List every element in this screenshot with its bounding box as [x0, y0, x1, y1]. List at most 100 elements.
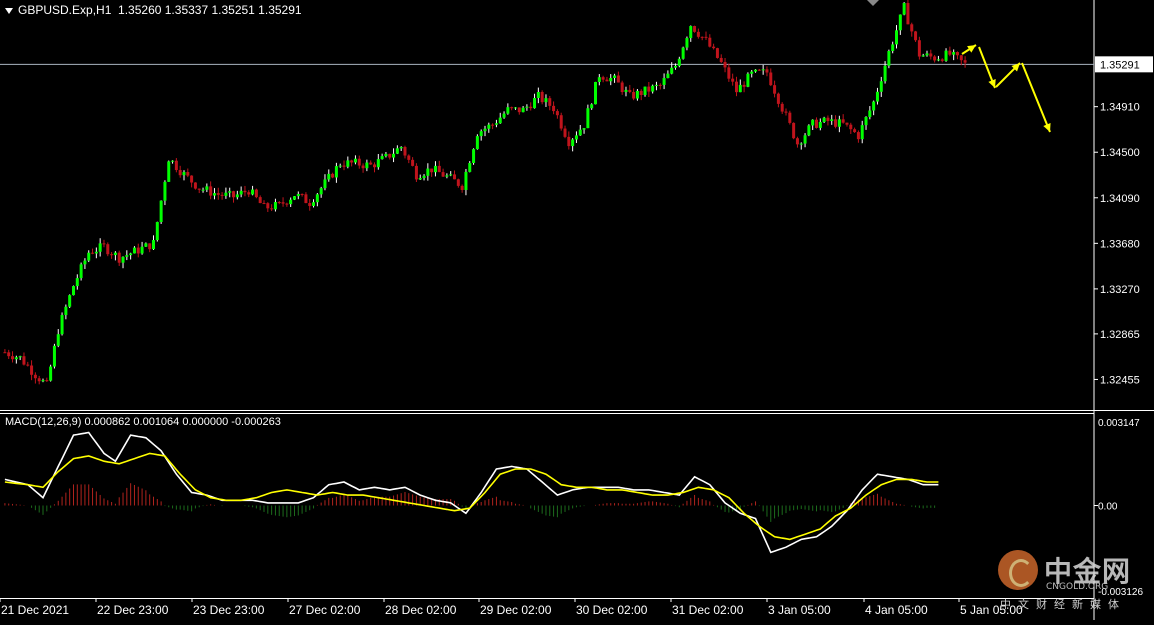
candle-body	[171, 160, 175, 162]
candle-body	[563, 128, 567, 137]
candle-body	[327, 173, 331, 180]
candle-body	[734, 81, 738, 93]
candle-body	[635, 90, 639, 99]
time-tick-label: 28 Dec 02:00	[385, 603, 457, 617]
candle-body	[292, 196, 296, 200]
chart-canvas[interactable]: 1.35291 1.34910 1.34500 1.34090 1.33680 1.332…	[0, 0, 1154, 620]
candle-body	[788, 112, 792, 123]
candle-body	[750, 71, 754, 74]
candle-body	[79, 264, 83, 279]
candle-body	[586, 108, 590, 129]
candle-body	[841, 119, 845, 123]
trading-chart[interactable]: 1.35291 1.34910 1.34500 1.34090 1.33680 1.332…	[0, 0, 1154, 620]
candle-body	[654, 84, 658, 86]
candle-body	[540, 92, 544, 103]
candle-body	[357, 158, 361, 166]
candle-body	[197, 188, 201, 190]
candle-body	[201, 189, 205, 191]
candle-body	[52, 345, 56, 367]
candle-body	[510, 107, 514, 109]
candle-body	[140, 246, 144, 254]
candle-body	[483, 128, 487, 132]
candle-body	[826, 117, 830, 122]
candle-body	[517, 107, 521, 113]
candle-body	[144, 243, 148, 247]
candle-body	[132, 247, 136, 254]
candle-body	[845, 122, 849, 125]
candle-body	[597, 77, 601, 82]
candle-body	[906, 3, 910, 25]
candle-body	[963, 60, 967, 63]
candle-body	[498, 117, 502, 124]
candle-body	[395, 148, 399, 154]
candle-body	[441, 172, 445, 177]
candle-body	[651, 85, 655, 92]
candle-body	[102, 243, 106, 245]
candle-body	[376, 159, 380, 168]
candle-body	[433, 165, 437, 173]
time-tick-label: 3 Jan 05:00	[768, 603, 831, 617]
candle-body	[521, 107, 525, 113]
candle-body	[666, 73, 670, 79]
candle-body	[914, 31, 918, 41]
candle-body	[239, 190, 243, 195]
candle-body	[350, 160, 354, 163]
time-tick-label: 21 Dec 2021	[1, 603, 69, 617]
price-tick-label: 1.33270	[1100, 284, 1140, 296]
candle-body	[373, 164, 377, 168]
candle-body	[232, 191, 236, 198]
candle-body	[365, 162, 369, 169]
macd-axis-top: 0.003147	[1098, 418, 1140, 429]
candle-body	[41, 380, 45, 382]
candle-body	[331, 173, 335, 178]
candle-body	[754, 69, 758, 72]
symbol-name: GBPUSD.Exp,H1	[18, 3, 112, 17]
candle-body	[399, 147, 403, 149]
candle-body	[125, 255, 129, 257]
candle-body	[71, 286, 75, 296]
candle-body	[548, 98, 552, 106]
candle-body	[323, 179, 327, 189]
candle-body	[453, 174, 457, 180]
candle-body	[174, 160, 178, 171]
candle-body	[662, 78, 666, 85]
candle-body	[773, 85, 777, 94]
candle-body	[929, 53, 933, 57]
candle-body	[186, 172, 190, 176]
candle-body	[944, 50, 948, 61]
candle-body	[708, 37, 712, 47]
candle-body	[712, 46, 716, 49]
candle-body	[273, 202, 277, 210]
candle-body	[613, 75, 617, 78]
candle-body	[742, 84, 746, 87]
candle-body	[60, 315, 64, 335]
candle-body	[685, 38, 689, 48]
candle-body	[3, 352, 7, 354]
candle-body	[262, 203, 266, 205]
candle-body	[582, 128, 586, 130]
candle-body	[536, 92, 540, 98]
candle-body	[765, 69, 769, 73]
candle-body	[601, 77, 605, 80]
candle-body	[715, 48, 719, 58]
candle-body	[414, 165, 418, 180]
candle-body	[952, 52, 956, 55]
candle-body	[472, 149, 476, 163]
candle-body	[491, 124, 495, 126]
price-tick-label: 1.34500	[1100, 147, 1140, 159]
candle-body	[910, 24, 914, 32]
candle-body	[883, 65, 887, 82]
candle-body	[696, 31, 700, 37]
candle-body	[784, 111, 788, 113]
candle-body	[552, 105, 556, 112]
candle-body	[578, 129, 582, 136]
candle-body	[513, 107, 517, 109]
candle-body	[422, 175, 426, 179]
candle-body	[437, 165, 441, 173]
candle-body	[830, 119, 834, 122]
candle-body	[456, 179, 460, 186]
candle-body	[464, 171, 468, 190]
candle-body	[719, 57, 723, 62]
dropdown-triangle-icon[interactable]	[5, 7, 13, 14]
candle-body	[898, 14, 902, 31]
